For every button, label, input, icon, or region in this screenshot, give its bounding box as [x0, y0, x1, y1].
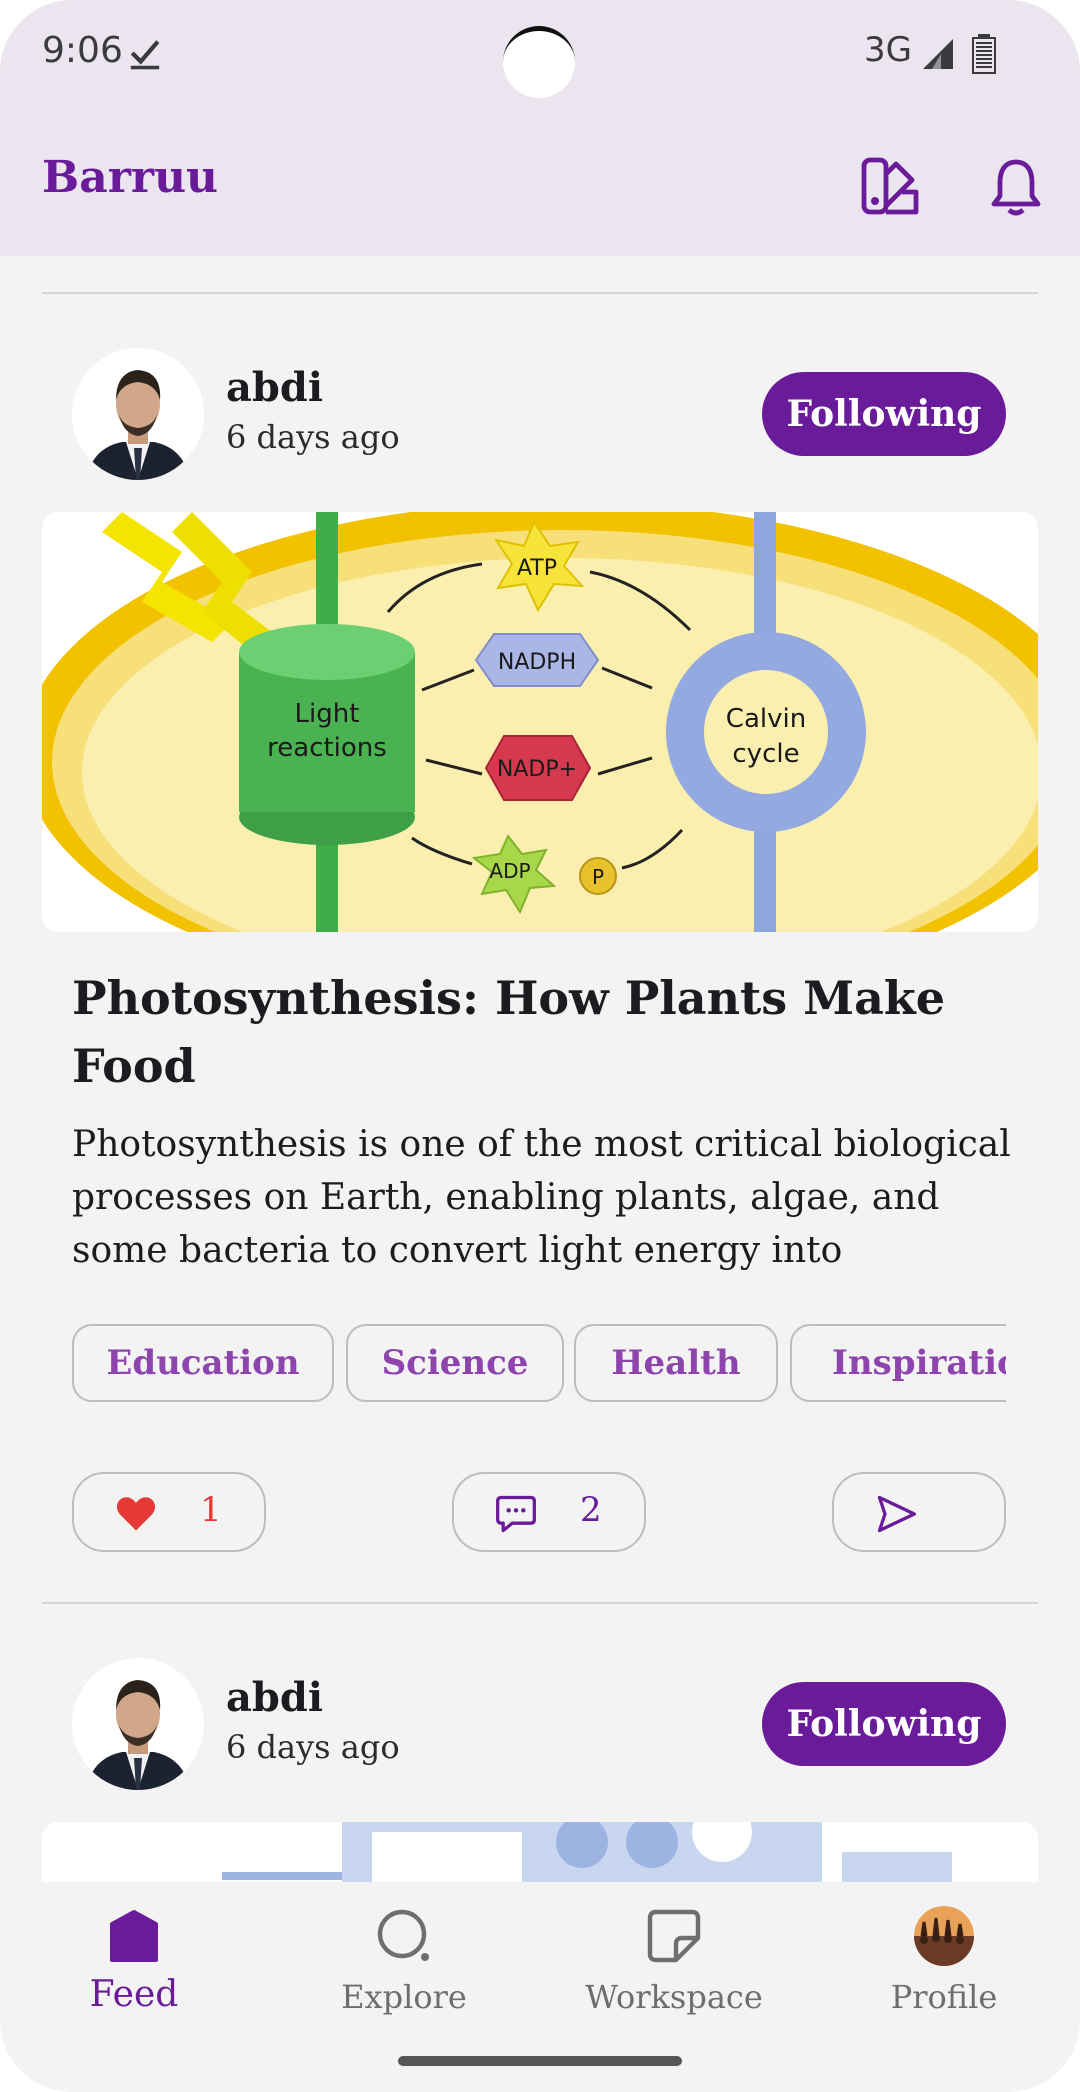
nav-explore[interactable]: Explore: [304, 1906, 504, 2036]
post-card: abdi 6 days ago Following: [0, 1566, 1080, 1882]
calvin-cycle-label-1: Calvin: [726, 704, 806, 734]
light-reactions-label-2: reactions: [267, 733, 387, 763]
network-type: 3G: [864, 30, 912, 70]
author-name[interactable]: abdi: [226, 364, 323, 411]
heart-icon: [116, 1497, 156, 1531]
light-reactions-label-1: Light: [295, 699, 360, 729]
app-title: Barruu: [42, 152, 219, 203]
palette-icon[interactable]: [858, 154, 922, 218]
app-bar: Barruu: [0, 112, 1080, 256]
post-image-preview: [42, 1822, 1038, 1882]
tag-chip[interactable]: Health: [574, 1324, 778, 1402]
avatar: [914, 1906, 974, 1966]
following-button[interactable]: Following: [762, 372, 1006, 456]
home-icon: [110, 1910, 158, 1962]
post-image[interactable]: Light reactions Calvin cycle ATP NADPH N…: [42, 512, 1038, 932]
comment-count: 2: [580, 1490, 602, 1530]
post-title[interactable]: Photosynthesis: How Plants Make Food: [72, 964, 1012, 1100]
nav-profile[interactable]: Profile: [844, 1906, 1044, 2036]
phosphate-label: P: [592, 865, 604, 889]
bell-icon[interactable]: [984, 154, 1048, 218]
post-image[interactable]: [42, 1822, 1038, 1882]
like-button[interactable]: 1: [72, 1472, 266, 1552]
nav-label: Workspace: [585, 1978, 763, 2016]
camera-cutout: [503, 26, 575, 98]
nav-feed[interactable]: Feed: [34, 1906, 234, 2036]
feed-list[interactable]: abdi 6 days ago Following Light reaction…: [0, 256, 1080, 1882]
atp-label: ATP: [517, 556, 557, 581]
nadph-label: NADPH: [498, 650, 576, 675]
tag-list[interactable]: Education Science Health Inspiration: [72, 1324, 1006, 1404]
note-icon: [647, 1909, 701, 1963]
post-card: abdi 6 days ago Following: [0, 256, 1080, 1586]
adp-label: ADP: [489, 859, 530, 883]
search-icon: [377, 1909, 429, 1961]
tag-chip[interactable]: Education: [72, 1324, 334, 1402]
calvin-cycle-label-2: cycle: [732, 739, 799, 769]
status-time: 9:06: [42, 30, 123, 71]
author-avatar[interactable]: [72, 348, 204, 480]
nav-label: Profile: [890, 1978, 998, 2016]
comment-button[interactable]: 2: [452, 1472, 646, 1552]
following-button[interactable]: Following: [762, 1682, 1006, 1766]
post-excerpt[interactable]: Photosynthesis is one of the most critic…: [72, 1118, 1012, 1277]
author-avatar[interactable]: [72, 1658, 204, 1790]
nav-workspace[interactable]: Workspace: [574, 1906, 774, 2036]
battery-icon: [972, 34, 996, 74]
post-time: 6 days ago: [226, 1728, 400, 1766]
nav-label: Explore: [341, 1978, 467, 2016]
comment-icon: [496, 1495, 536, 1533]
like-count: 1: [200, 1490, 222, 1530]
tag-chip[interactable]: Science: [346, 1324, 564, 1402]
share-button[interactable]: [832, 1472, 1006, 1552]
home-indicator[interactable]: [398, 2056, 682, 2066]
author-name[interactable]: abdi: [226, 1674, 323, 1721]
nav-label: Feed: [89, 1974, 179, 2015]
nadp-label: NADP+: [497, 757, 577, 782]
signal-icon: [923, 39, 953, 69]
photosynthesis-diagram: Light reactions Calvin cycle ATP NADPH N…: [42, 512, 1038, 932]
post-time: 6 days ago: [226, 418, 400, 456]
tag-chip[interactable]: Inspiration: [790, 1324, 1006, 1402]
send-icon: [877, 1495, 916, 1533]
avatar-image: [72, 348, 204, 480]
checkmark-icon: [130, 40, 160, 70]
avatar-image: [72, 1658, 204, 1790]
status-bar: 9:06 3G: [0, 0, 1080, 112]
app-screen: 9:06 3G Barruu abdi 6 days ago Following…: [0, 0, 1080, 2092]
